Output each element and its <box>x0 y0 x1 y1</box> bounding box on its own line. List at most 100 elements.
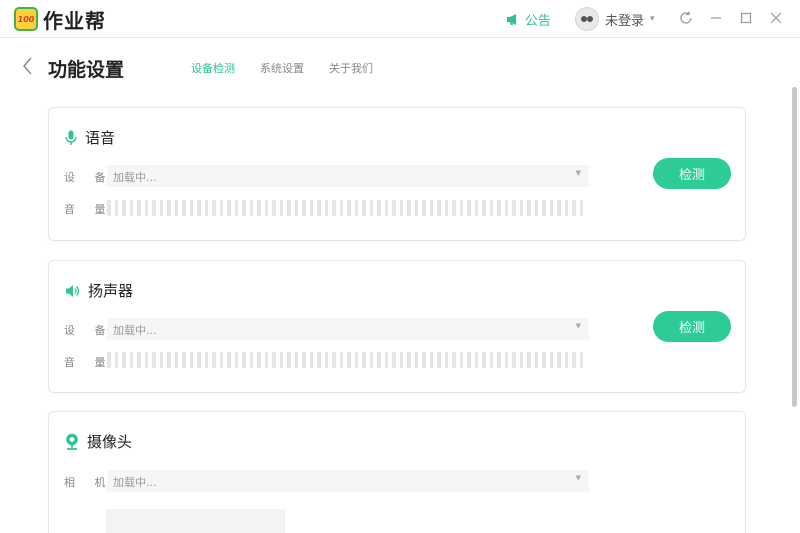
back-button[interactable] <box>20 56 36 76</box>
mic-volume-meter <box>107 200 589 216</box>
tab-device-check[interactable]: 设备检测 <box>191 60 235 76</box>
volume-segment <box>144 200 148 216</box>
volume-segment <box>452 352 456 368</box>
maximize-icon <box>740 12 752 24</box>
volume-segment <box>272 352 276 368</box>
volume-segment <box>212 352 216 368</box>
volume-segment <box>422 200 426 216</box>
volume-segment <box>414 352 418 368</box>
volume-segment <box>339 352 343 368</box>
volume-segment <box>422 352 426 368</box>
chevron-down-icon: ▼ <box>575 169 581 177</box>
chevron-down-icon: ▼ <box>575 322 581 330</box>
volume-segment <box>107 200 111 216</box>
mic-icon <box>65 130 77 145</box>
volume-segment <box>204 352 208 368</box>
page-title: 功能设置 <box>48 59 125 81</box>
speaker-device-value: 加载中... <box>113 324 157 337</box>
volume-segment <box>137 352 141 368</box>
volume-segment <box>129 200 133 216</box>
volume-segment <box>347 200 351 216</box>
volume-segment <box>482 200 486 216</box>
speaker-icon <box>66 284 80 297</box>
notice-button[interactable]: 公告 <box>506 10 551 29</box>
volume-segment <box>249 352 253 368</box>
camera-device-select[interactable]: 加载中... ▼ <box>107 470 589 492</box>
volume-segment <box>332 352 336 368</box>
volume-segment <box>534 200 538 216</box>
speaker-title: 扬声器 <box>65 280 133 301</box>
volume-segment <box>324 200 328 216</box>
volume-segment <box>197 352 201 368</box>
app-logo: 100 <box>14 7 38 31</box>
chevron-down-icon: ▼ <box>575 474 581 482</box>
volume-segment <box>519 200 523 216</box>
volume-segment <box>467 200 471 216</box>
volume-segment <box>189 200 193 216</box>
volume-segment <box>302 200 306 216</box>
mic-card: 语音 设 备 加载中... ▼ 音 量 检测 <box>48 107 746 241</box>
close-icon <box>770 12 782 24</box>
volume-segment <box>474 200 478 216</box>
back-icon <box>23 57 32 75</box>
volume-segment <box>504 200 508 216</box>
volume-segment <box>182 352 186 368</box>
minimize-button[interactable] <box>706 8 726 28</box>
volume-segment <box>129 352 133 368</box>
mic-detect-button[interactable]: 检测 <box>653 158 731 189</box>
volume-segment <box>437 352 441 368</box>
speaker-detect-button[interactable]: 检测 <box>653 311 731 342</box>
volume-segment <box>219 200 223 216</box>
volume-segment <box>564 200 568 216</box>
volume-segment <box>362 352 366 368</box>
volume-segment <box>512 200 516 216</box>
tab-about-us[interactable]: 关于我们 <box>329 60 373 76</box>
volume-segment <box>384 200 388 216</box>
volume-segment <box>227 352 231 368</box>
volume-segment <box>407 352 411 368</box>
volume-segment <box>392 352 396 368</box>
volume-segment <box>174 352 178 368</box>
volume-segment <box>407 200 411 216</box>
close-button[interactable] <box>766 8 786 28</box>
volume-segment <box>549 352 553 368</box>
volume-segment <box>167 200 171 216</box>
logo-text: 100 <box>17 14 35 24</box>
volume-segment <box>279 352 283 368</box>
volume-segment <box>234 200 238 216</box>
volume-segment <box>159 200 163 216</box>
speaker-device-select[interactable]: 加载中... ▼ <box>107 318 589 340</box>
volume-segment <box>189 352 193 368</box>
avatar-icon <box>575 7 599 31</box>
mic-device-value: 加载中... <box>113 171 157 184</box>
volume-segment <box>309 352 313 368</box>
megaphone-icon <box>507 14 516 25</box>
volume-segment <box>272 200 276 216</box>
volume-segment <box>159 352 163 368</box>
user-menu[interactable]: 未登录 ▾ <box>575 7 655 31</box>
scrollbar[interactable] <box>792 87 797 407</box>
volume-segment <box>377 200 381 216</box>
volume-segment <box>287 352 291 368</box>
tab-system-settings[interactable]: 系统设置 <box>260 60 304 76</box>
volume-segment <box>482 352 486 368</box>
camera-title-text: 摄像头 <box>87 433 133 451</box>
mic-device-select[interactable]: 加载中... ▼ <box>107 165 589 187</box>
volume-segment <box>489 200 493 216</box>
volume-segment <box>557 352 561 368</box>
volume-segment <box>579 352 583 368</box>
volume-segment <box>399 352 403 368</box>
volume-segment <box>534 352 538 368</box>
volume-segment <box>497 352 501 368</box>
volume-segment <box>444 352 448 368</box>
volume-segment <box>152 200 156 216</box>
volume-segment <box>527 352 531 368</box>
volume-segment <box>114 200 118 216</box>
volume-segment <box>429 352 433 368</box>
volume-segment <box>339 200 343 216</box>
volume-segment <box>564 352 568 368</box>
volume-segment <box>182 200 186 216</box>
refresh-button[interactable] <box>676 8 696 28</box>
volume-segment <box>324 352 328 368</box>
maximize-button[interactable] <box>736 8 756 28</box>
